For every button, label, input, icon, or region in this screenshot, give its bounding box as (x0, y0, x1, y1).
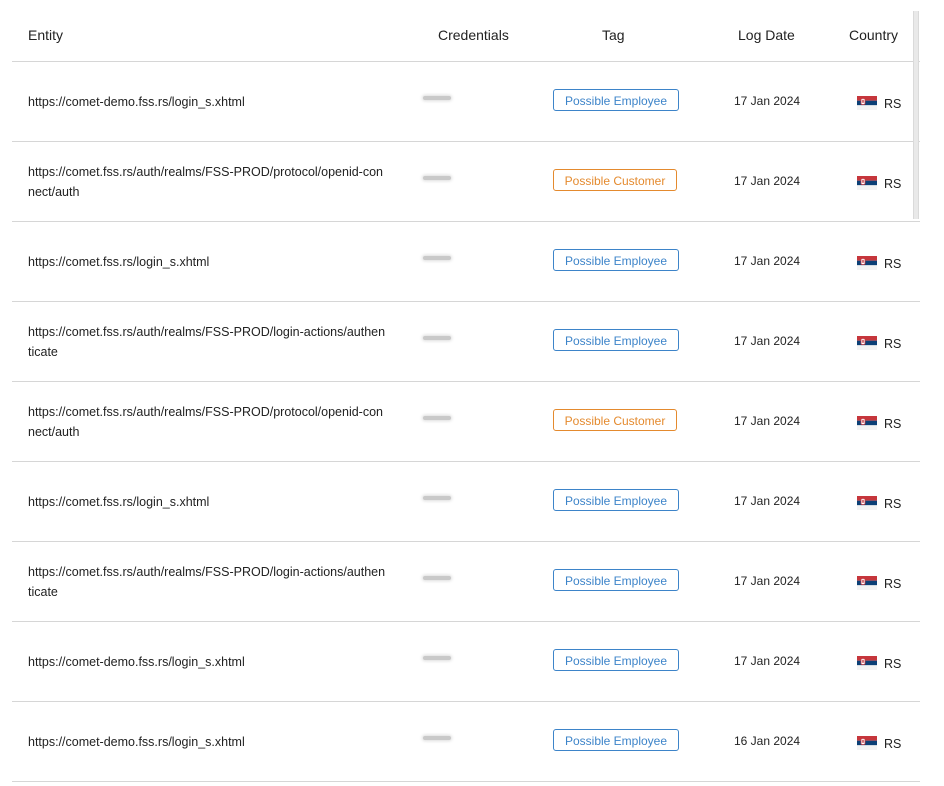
table-row[interactable]: https://comet.fss.rs/login_s.xhtml Possib… (12, 222, 920, 302)
header-entity[interactable]: Entity (28, 27, 63, 43)
country-code: RS (884, 97, 902, 111)
country-code: RS (884, 257, 902, 271)
table-row[interactable]: https://comet.fss.rs/auth/realms/FSS-PRO… (12, 142, 920, 222)
header-tag[interactable]: Tag (602, 27, 625, 43)
tag-badge: Possible Employee (553, 649, 679, 671)
entity-url[interactable]: https://comet.fss.rs/login_s.xhtml (28, 492, 388, 512)
log-date: 17 Jan 2024 (734, 654, 801, 668)
serbia-flag-icon (857, 336, 877, 350)
tag-badge: Possible Employee (553, 249, 679, 271)
country-code: RS (884, 737, 902, 751)
serbia-flag-icon (857, 176, 877, 190)
credentials-redacted (423, 736, 451, 740)
country-code: RS (884, 657, 902, 671)
credentials-redacted (423, 656, 451, 660)
serbia-flag-icon (857, 656, 877, 670)
serbia-flag-icon (857, 496, 877, 510)
header-country[interactable]: Country (849, 27, 898, 43)
serbia-flag-icon (857, 576, 877, 590)
header-credentials[interactable]: Credentials (438, 27, 509, 43)
tag-badge: Possible Employee (553, 329, 679, 351)
scrollbar[interactable] (913, 11, 919, 219)
country-code: RS (884, 497, 902, 511)
credentials-redacted (423, 256, 451, 260)
log-date: 17 Jan 2024 (734, 574, 801, 588)
entity-url[interactable]: https://comet-demo.fss.rs/login_s.xhtml (28, 732, 388, 752)
tag-badge: Possible Employee (553, 489, 679, 511)
tag-badge: Possible Customer (553, 409, 677, 431)
entity-url[interactable]: https://comet.fss.rs/auth/realms/FSS-PRO… (28, 402, 388, 442)
entity-url[interactable]: https://comet-demo.fss.rs/login_s.xhtml (28, 652, 388, 672)
credentials-redacted (423, 336, 451, 340)
tag-badge: Possible Employee (553, 569, 679, 591)
table-row[interactable]: https://comet-demo.fss.rs/login_s.xhtml P… (12, 702, 920, 782)
table-header: Entity Credentials Tag Log Date Country (12, 0, 920, 62)
log-date: 17 Jan 2024 (734, 334, 801, 348)
credentials-redacted (423, 96, 451, 100)
header-log-date[interactable]: Log Date (738, 27, 795, 43)
credentials-redacted (423, 416, 451, 420)
tag-badge: Possible Employee (553, 729, 679, 751)
log-date: 16 Jan 2024 (734, 734, 801, 748)
serbia-flag-icon (857, 96, 877, 110)
log-date: 17 Jan 2024 (734, 414, 801, 428)
log-date: 17 Jan 2024 (734, 174, 801, 188)
credentials-redacted (423, 496, 451, 500)
results-table: Entity Credentials Tag Log Date Country … (12, 0, 920, 786)
entity-url[interactable]: https://comet.fss.rs/auth/realms/FSS-PRO… (28, 562, 388, 602)
entity-url[interactable]: https://comet.fss.rs/login_s.xhtml (28, 252, 388, 272)
entity-url[interactable]: https://comet.fss.rs/auth/realms/FSS-PRO… (28, 162, 388, 202)
credentials-redacted (423, 576, 451, 580)
entity-url[interactable]: https://comet.fss.rs/auth/realms/FSS-PRO… (28, 322, 388, 362)
table-row[interactable]: https://comet.fss.rs/login_s.xhtml Possib… (12, 462, 920, 542)
log-date: 17 Jan 2024 (734, 494, 801, 508)
table-body: https://comet-demo.fss.rs/login_s.xhtml P… (12, 62, 920, 782)
log-date: 17 Jan 2024 (734, 94, 801, 108)
credentials-redacted (423, 176, 451, 180)
table-row[interactable]: https://comet.fss.rs/auth/realms/FSS-PRO… (12, 302, 920, 382)
serbia-flag-icon (857, 256, 877, 270)
serbia-flag-icon (857, 416, 877, 430)
tag-badge: Possible Employee (553, 89, 679, 111)
table-row[interactable]: https://comet.fss.rs/auth/realms/FSS-PRO… (12, 382, 920, 462)
country-code: RS (884, 337, 902, 351)
tag-badge: Possible Customer (553, 169, 677, 191)
country-code: RS (884, 177, 902, 191)
table-row[interactable]: https://comet-demo.fss.rs/login_s.xhtml P… (12, 62, 920, 142)
serbia-flag-icon (857, 736, 877, 750)
table-row[interactable]: https://comet.fss.rs/auth/realms/FSS-PRO… (12, 542, 920, 622)
entity-url[interactable]: https://comet-demo.fss.rs/login_s.xhtml (28, 92, 388, 112)
country-code: RS (884, 577, 902, 591)
table-row[interactable]: https://comet-demo.fss.rs/login_s.xhtml P… (12, 622, 920, 702)
country-code: RS (884, 417, 902, 431)
log-date: 17 Jan 2024 (734, 254, 801, 268)
